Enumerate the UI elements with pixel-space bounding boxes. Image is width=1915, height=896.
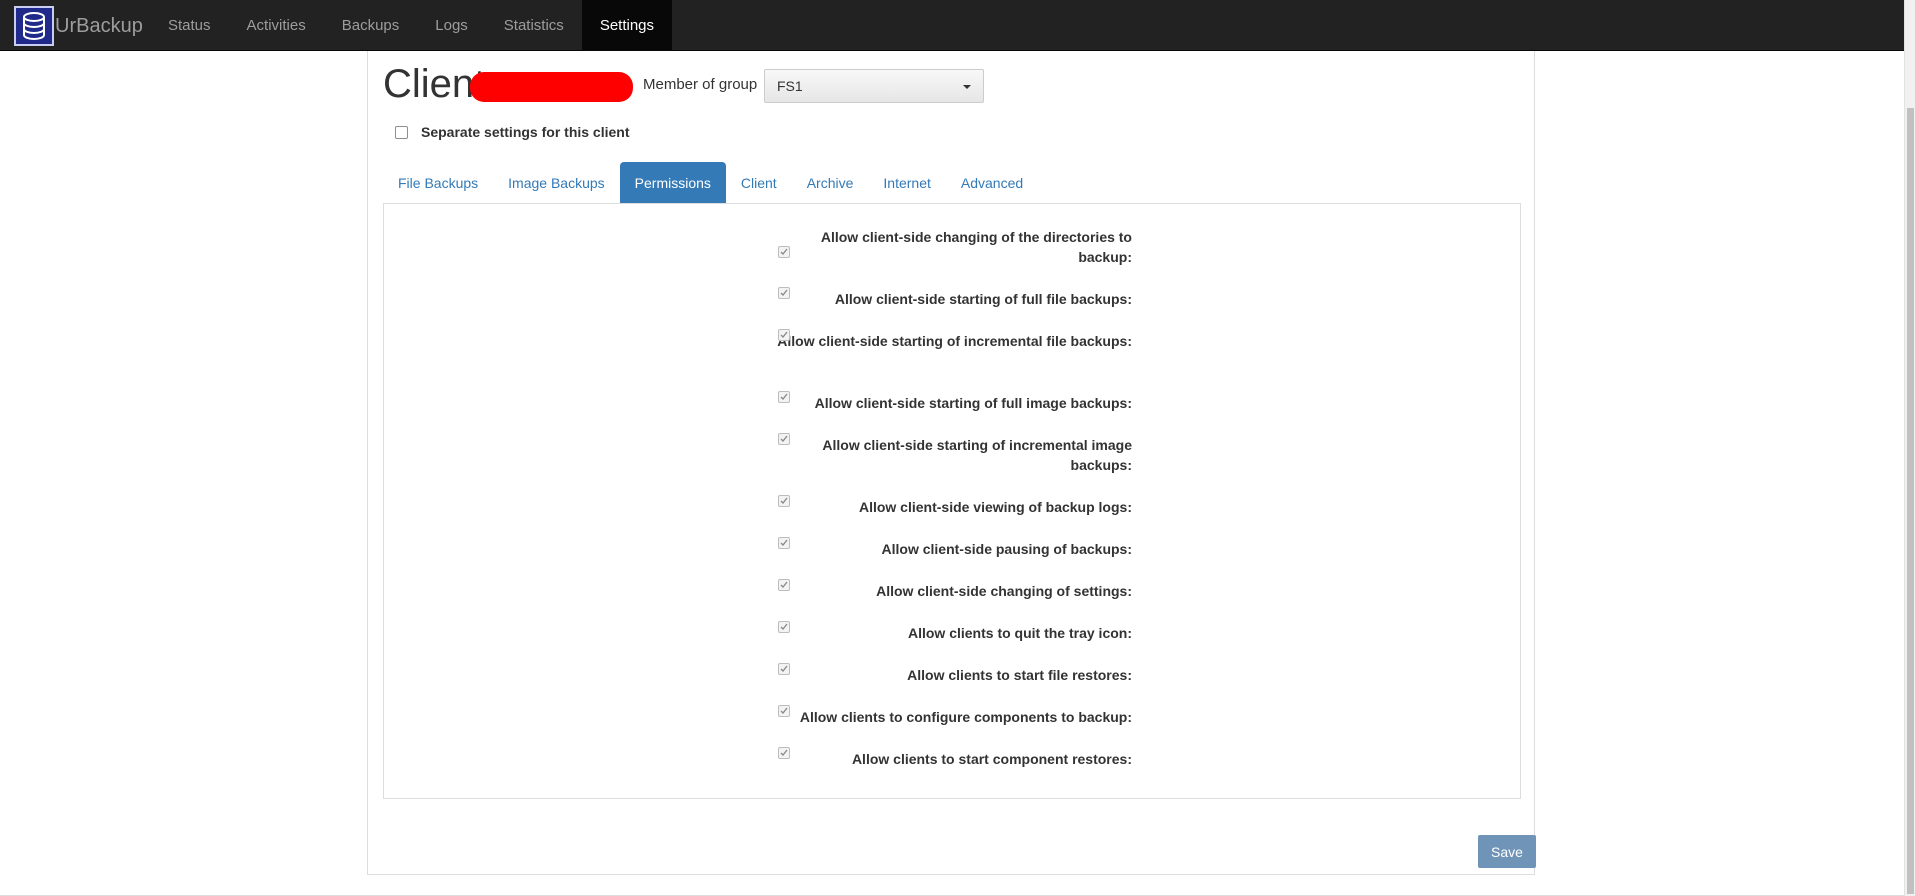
check-icon (780, 623, 788, 630)
permission-label: Allow clients to start component restore… (851, 751, 1132, 767)
permissions-tab-content: Allow client-side changing of the direct… (383, 203, 1521, 799)
check-icon (780, 435, 788, 442)
group-select[interactable]: FS1 (764, 69, 984, 103)
check-icon (780, 749, 788, 756)
check-icon (780, 331, 788, 338)
tab-image-backups[interactable]: Image Backups (493, 162, 620, 203)
permission-label: Allow clients to quit the tray icon: (907, 625, 1132, 641)
tab-client[interactable]: Client (726, 162, 792, 203)
nav-logs[interactable]: Logs (417, 0, 486, 51)
permission-label: Allow clients to configure components to… (799, 709, 1132, 725)
nav-status[interactable]: Status (150, 0, 229, 51)
tab-archive[interactable]: Archive (792, 162, 869, 203)
separate-settings-row: Separate settings for this client (395, 124, 630, 140)
check-icon (780, 539, 788, 546)
group-select-value: FS1 (777, 78, 803, 94)
permission-checkbox[interactable] (778, 495, 790, 507)
check-icon (780, 497, 788, 504)
permission-checkbox[interactable] (778, 705, 790, 717)
settings-tabs: File Backups Image Backups Permissions C… (383, 162, 1038, 203)
permission-label: Allow client-side starting of incrementa… (822, 437, 1132, 473)
tab-permissions[interactable]: Permissions (619, 162, 726, 203)
permission-label: Allow client-side pausing of backups: (881, 541, 1132, 557)
check-icon (780, 665, 788, 672)
nav-activities[interactable]: Activities (229, 0, 324, 51)
permission-checkbox[interactable] (778, 246, 790, 258)
separate-settings-label: Separate settings for this client (421, 124, 630, 140)
brand-name: UrBackup (55, 14, 143, 37)
separate-settings-checkbox[interactable] (395, 125, 408, 139)
page-scrollbar[interactable] (1904, 0, 1915, 896)
redaction-mark (470, 72, 633, 102)
save-button[interactable]: Save (1478, 835, 1536, 868)
permission-label: Allow client-side changing of settings: (876, 583, 1132, 599)
permission-label: Allow client-side changing of the direct… (820, 229, 1132, 265)
check-icon (780, 393, 788, 400)
check-icon (780, 581, 788, 588)
permission-checkbox[interactable] (778, 287, 790, 299)
permission-checkbox[interactable] (778, 663, 790, 675)
top-navbar: UrBackup Status Activities Backups Logs … (0, 0, 1904, 51)
tab-internet[interactable]: Internet (868, 162, 945, 203)
permission-checkbox[interactable] (778, 621, 790, 633)
nav-settings[interactable]: Settings (581, 0, 673, 51)
permission-label: Allow client-side starting of incrementa… (777, 333, 1132, 349)
tab-advanced[interactable]: Advanced (946, 162, 1038, 203)
caret-down-icon (963, 85, 971, 89)
permission-label: Allow client-side starting of full image… (814, 395, 1132, 411)
permission-checkbox[interactable] (778, 537, 790, 549)
brand[interactable]: UrBackup (14, 4, 143, 48)
permission-label: Allow client-side starting of full file … (834, 291, 1132, 307)
check-icon (780, 289, 788, 296)
permission-checkbox[interactable] (778, 329, 790, 341)
scrollbar-thumb[interactable] (1907, 108, 1914, 894)
permission-label: Allow clients to start file restores: (907, 667, 1132, 683)
main-nav: Status Activities Backups Logs Statistic… (150, 0, 673, 51)
permission-checkbox[interactable] (778, 747, 790, 759)
permission-label: Allow client-side viewing of backup logs… (858, 499, 1132, 515)
check-icon (780, 248, 788, 255)
check-icon (780, 707, 788, 714)
group-label: Member of group (643, 76, 758, 93)
permission-checkbox[interactable] (778, 433, 790, 445)
nav-statistics[interactable]: Statistics (486, 0, 582, 51)
permission-checkbox[interactable] (778, 391, 790, 403)
permission-checkbox[interactable] (778, 579, 790, 591)
database-logo-icon (14, 6, 54, 46)
nav-backups[interactable]: Backups (324, 0, 418, 51)
tab-file-backups[interactable]: File Backups (383, 162, 493, 203)
